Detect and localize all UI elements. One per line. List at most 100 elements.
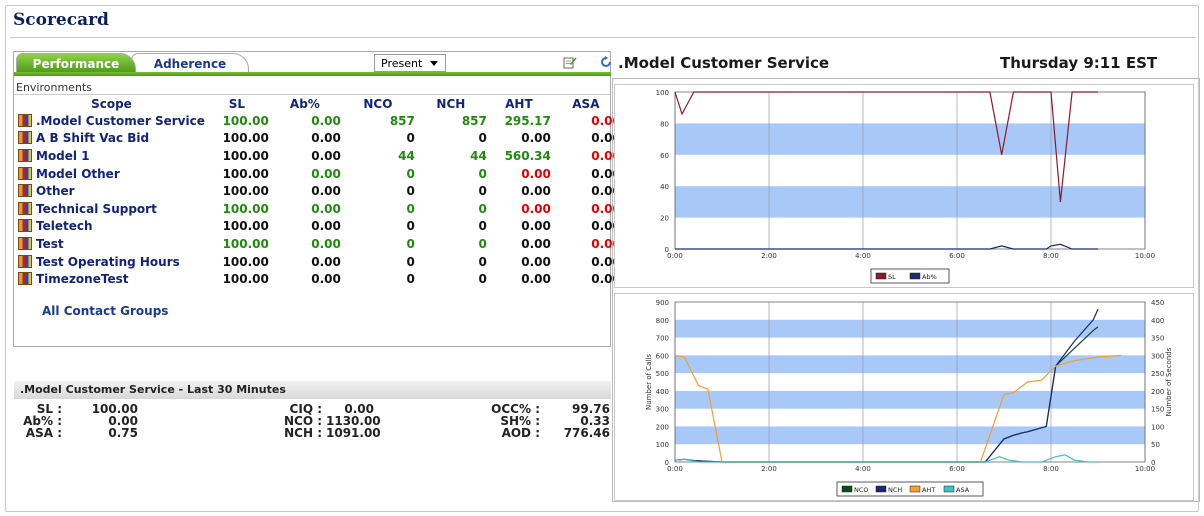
col-header-nch[interactable]: NCH [415,95,487,112]
scope-name[interactable]: Teletech [36,219,93,233]
y2-tick-label: 100 [1151,423,1164,431]
y-tick-label: 500 [656,370,669,378]
legend-label: Ab% [922,273,937,281]
legend-swatch [909,272,921,280]
table-row[interactable]: Other 100.00 0.00 0 0 0.00 0.00 [18,182,621,200]
y2-tick-label: 0 [1151,459,1155,467]
chart-band [675,186,1145,218]
cell-nch: 0 [478,272,487,287]
y-axis-label: Number of Calls [645,354,653,410]
scope-name[interactable]: TimezoneTest [36,272,128,286]
scope-cell[interactable]: Teletech [18,218,205,236]
scope-cell[interactable]: A B Shift Vac Bid [18,130,205,148]
cell-aht: 0.00 [521,254,551,269]
scope-table: Scope SL Ab% NCO NCH AHT ASA .Model Cust… [18,95,621,288]
legend-label: SL [888,273,896,281]
building-icon [18,236,32,250]
building-icon [18,219,32,233]
y2-tick-label: 250 [1151,370,1164,378]
cell-nch: 0 [478,131,487,146]
scope-name[interactable]: Model 1 [36,149,90,163]
cell-nco: 0 [406,184,415,199]
building-icon [18,184,32,198]
x-tick-label: 10:00 [1135,252,1155,260]
chart-band [675,123,1145,155]
table-row[interactable]: Technical Support 100.00 0.00 0 0 0.00 0.00 [18,200,621,218]
summary-label: NCH : [284,426,322,440]
chevron-down-icon [430,61,438,66]
cell-nch: 0 [478,236,487,251]
plot-area-border [674,91,1146,250]
scope-cell[interactable]: TimezoneTest [18,270,205,288]
cell-aht: 560.34 [504,148,551,163]
col-header-sl[interactable]: SL [205,95,269,112]
y2-axis-label: Number of Seconds [1165,347,1173,416]
legend-swatch [841,485,853,493]
all-contact-groups-link[interactable]: All Contact Groups [42,304,168,318]
building-icon [18,272,32,286]
x-tick-label: 2:00 [761,465,777,473]
table-row[interactable]: A B Shift Vac Bid 100.00 0.00 0 0 0.00 0.00 [18,130,621,148]
col-header-scope[interactable]: Scope [18,95,205,112]
time-period-select[interactable]: Present [374,54,446,72]
scope-name[interactable]: .Model Customer Service [36,114,205,128]
y2-tick-label: 150 [1151,406,1164,414]
tab-adherence[interactable]: Adherence [131,53,249,73]
scope-name[interactable]: Test Operating Hours [36,255,180,269]
col-header-asa[interactable]: ASA [551,95,621,112]
col-header-aht[interactable]: AHT [487,95,551,112]
building-icon [18,166,32,180]
scope-cell[interactable]: .Model Customer Service [18,112,205,130]
building-icon [18,201,32,215]
scope-name[interactable]: Test [36,237,64,251]
cell-asa: 0.00 [591,236,621,251]
building-icon [18,131,32,145]
summary-label: AOD : [501,426,540,440]
legend-label: ASA [956,486,970,494]
refresh-icon[interactable] [600,56,612,68]
cell-nco: 0 [406,272,415,287]
table-row[interactable]: TimezoneTest 100.00 0.00 0 0 0.00 0.00 [18,270,621,288]
y-tick-label: 400 [656,388,669,396]
table-row[interactable]: Test Operating Hours 100.00 0.00 0 0 0.00 0.00 [18,253,621,271]
scope-cell[interactable]: Model Other [18,165,205,183]
table-row[interactable]: Teletech 100.00 0.00 0 0 0.00 0.00 [18,218,621,236]
legend-label: NCO [854,486,869,494]
cell-aht: 0.00 [521,184,551,199]
legend-label: AHT [922,486,935,494]
cell-asa: 0.00 [591,201,621,216]
cell-nco: 0 [406,254,415,269]
scope-name[interactable]: Other [36,184,75,198]
table-row[interactable]: Model 1 100.00 0.00 44 44 560.34 0.00 [18,147,621,165]
edit-icon[interactable] [563,55,577,69]
scope-cell[interactable]: Technical Support [18,200,205,218]
scope-name[interactable]: A B Shift Vac Bid [36,131,149,145]
y-tick-label: 0 [665,246,669,254]
scope-name[interactable]: Model Other [36,167,120,181]
col-header-nco[interactable]: NCO [341,95,415,112]
scope-cell[interactable]: Test Operating Hours [18,253,205,271]
cell-nch: 0 [478,166,487,181]
scope-cell[interactable]: Test [18,235,205,253]
table-row[interactable]: Test 100.00 0.00 0 0 0.00 0.00 [18,235,621,253]
time-period-value: Present [381,57,423,70]
scope-cell[interactable]: Model 1 [18,147,205,165]
cell-sl: 100.00 [222,166,269,181]
table-row[interactable]: Model Other 100.00 0.00 0 0 0.00 0.00 [18,165,621,183]
cell-sl: 100.00 [222,131,269,146]
calls-chart: 0:00 2:00 4:00 6:00 8:00 10:00010020030040050… [645,299,1173,497]
summary-value: 1091.00 [326,426,381,440]
scope-cell[interactable]: Other [18,182,205,200]
cell-ab: 0.00 [311,148,341,163]
col-header-ab[interactable]: Ab% [269,95,341,112]
chart-band [675,319,1145,338]
summary-value: 776.46 [563,426,610,440]
cell-sl: 100.00 [222,184,269,199]
legend-swatch [943,485,955,493]
cell-asa: 0.00 [591,131,621,146]
scope-name[interactable]: Technical Support [36,202,157,216]
building-icon [18,254,32,268]
table-row[interactable]: .Model Customer Service 100.00 0.00 857 857 2… [18,112,621,130]
tab-performance[interactable]: Performance [16,53,136,73]
cell-sl: 100.00 [222,201,269,216]
